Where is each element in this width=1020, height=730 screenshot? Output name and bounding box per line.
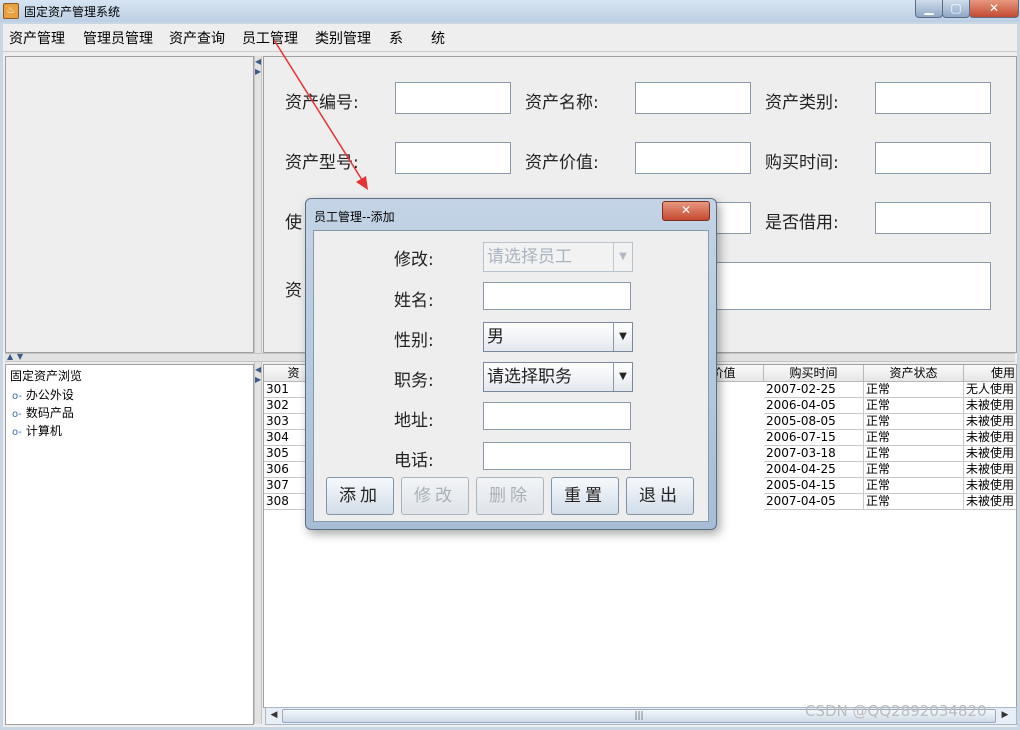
modify-select-value: 请选择员工 bbox=[487, 247, 572, 267]
phone-input[interactable] bbox=[483, 442, 631, 470]
dropdown-arrow-icon: ▼ bbox=[613, 243, 632, 271]
reset-button[interactable]: 重置 bbox=[551, 477, 619, 515]
name-label: 姓名: bbox=[394, 291, 434, 311]
modify-label: 修改: bbox=[394, 250, 434, 270]
gender-select-value: 男 bbox=[487, 327, 504, 347]
phone-label: 电话: bbox=[394, 451, 434, 471]
modify-button: 修改 bbox=[401, 477, 469, 515]
dialog-title: 员工管理--添加 bbox=[314, 210, 395, 224]
annotation-arrow-line bbox=[273, 39, 365, 184]
annotation-arrow-head bbox=[356, 176, 368, 190]
duty-select[interactable]: 请选择职务 ▼ bbox=[483, 362, 633, 392]
duty-label: 职务: bbox=[394, 371, 434, 391]
delete-button: 删除 bbox=[476, 477, 544, 515]
dialog-close-button[interactable]: ✕ bbox=[662, 201, 710, 221]
address-label: 地址: bbox=[394, 411, 434, 431]
gender-label: 性别: bbox=[394, 331, 434, 351]
modify-employee-select: 请选择员工 ▼ bbox=[483, 242, 633, 272]
add-button[interactable]: 添加 bbox=[326, 477, 394, 515]
employee-add-dialog: 员工管理--添加 ✕ 修改: 请选择员工 ▼ 姓名: 性别: 男 ▼ 职务: 请… bbox=[305, 198, 717, 530]
dropdown-arrow-icon[interactable]: ▼ bbox=[613, 363, 632, 391]
dropdown-arrow-icon[interactable]: ▼ bbox=[613, 323, 632, 351]
duty-select-value: 请选择职务 bbox=[487, 367, 572, 387]
address-input[interactable] bbox=[483, 402, 631, 430]
name-input[interactable] bbox=[483, 282, 631, 310]
exit-button[interactable]: 退出 bbox=[626, 477, 694, 515]
gender-select[interactable]: 男 ▼ bbox=[483, 322, 633, 352]
